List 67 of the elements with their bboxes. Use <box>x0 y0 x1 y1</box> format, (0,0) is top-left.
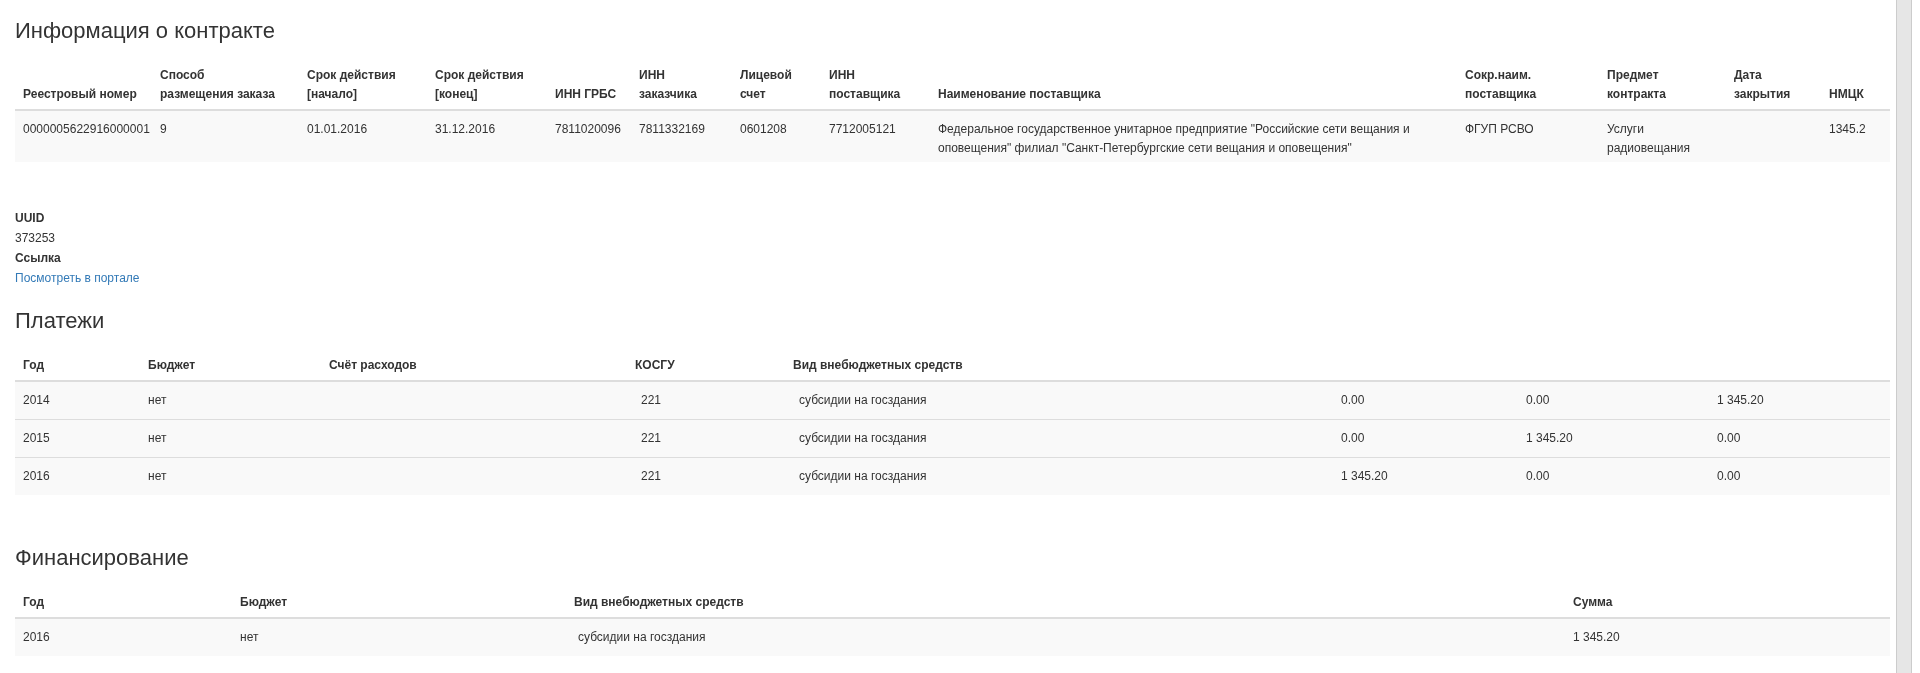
column-header: Бюджет <box>148 357 196 374</box>
scrollbar[interactable] <box>1896 0 1912 673</box>
table-cell-text: 0.00 <box>1526 468 1550 485</box>
table-cell-text: нет <box>148 468 167 485</box>
table-cell-text: 0.00 <box>1526 392 1550 409</box>
table-cell-text: ФГУП РСВО <box>1465 121 1534 138</box>
table-cell-text: субсидии на госздания <box>799 430 927 447</box>
table-cell-text: 1345.2 <box>1829 121 1866 138</box>
table-cell-text: 0000005622916000001 <box>23 121 150 138</box>
table-cell-text: 0.00 <box>1717 468 1741 485</box>
column-header: Срок действия [конец] <box>435 67 524 103</box>
table-cell-text: Услуги радиовещания <box>1607 121 1691 157</box>
table-cell-text: 7811332169 <box>639 121 705 138</box>
column-header: Год <box>23 594 44 611</box>
column-header: Счёт расходов <box>329 357 417 374</box>
table-cell-text: субсидии на госздания <box>799 468 927 485</box>
column-header: НМЦК <box>1829 86 1864 103</box>
table-cell-text: нет <box>148 430 167 447</box>
field-label: UUID <box>15 210 46 227</box>
table-cell-text: 01.01.2016 <box>307 121 368 138</box>
table-cell-text: субсидии на госздания <box>578 629 706 646</box>
column-header: Предмет контракта <box>1607 67 1666 103</box>
table-cell-text: нет <box>148 392 167 409</box>
column-header: Лицевой счет <box>740 67 792 103</box>
table-cell-text: 221 <box>641 392 662 409</box>
table-cell-text: нет <box>240 629 259 646</box>
column-header: Вид внебюджетных средств <box>793 357 963 374</box>
column-header: Реестровый номер <box>23 86 137 103</box>
table-cell-text: 31.12.2016 <box>435 121 496 138</box>
portal-link[interactable]: Посмотреть в портале <box>15 271 140 285</box>
table-cell-text: 1 345.20 <box>1341 468 1388 485</box>
table-cell-text: 2015 <box>23 430 50 447</box>
section-title: Платежи <box>15 308 106 334</box>
table-cell-text: 7712005121 <box>829 121 896 138</box>
table-cell-text: 7811020096 <box>555 121 621 138</box>
table-cell-text: 0601208 <box>740 121 787 138</box>
column-header: Вид внебюджетных средств <box>574 594 744 611</box>
table-cell-text: 0.00 <box>1341 392 1365 409</box>
table-cell-text: 1 345.20 <box>1526 430 1573 447</box>
column-header: ИНН поставщика <box>829 67 901 103</box>
column-header: Срок действия [начало] <box>307 67 396 103</box>
table-cell-text: 1 345.20 <box>1717 392 1764 409</box>
table-cell-text: 2016 <box>23 468 50 485</box>
field-value: 373253 <box>15 230 57 247</box>
table-cell-text: 2016 <box>23 629 50 646</box>
table-cell-text: 2014 <box>23 392 50 409</box>
column-header: Способ размещения заказа <box>160 67 275 103</box>
column-header: Дата закрытия <box>1734 67 1791 103</box>
table-cell-text: субсидии на госздания <box>799 392 927 409</box>
table-cell-text: 0.00 <box>1341 430 1365 447</box>
column-header: Сумма <box>1573 594 1613 611</box>
column-header: ИНН заказчика <box>639 67 697 103</box>
table-cell-text: Федеральное государственное унитарное предприятие "Российские сети вещания и оповещения" филиал "Санкт-Петербургские сети вещания и оповещения" <box>938 121 1411 157</box>
table-cell-text: 221 <box>641 430 662 447</box>
section-title: Информация о контракте <box>15 18 276 44</box>
column-header: Сокр.наим. поставщика <box>1465 67 1537 103</box>
column-header: ИНН ГРБС <box>555 86 617 103</box>
column-header: Год <box>23 357 44 374</box>
table-cell-text: 1 345.20 <box>1573 629 1620 646</box>
section-title: Финансирование <box>15 545 190 571</box>
column-header: Наименование поставщика <box>938 86 1101 103</box>
table-cell-text: 0.00 <box>1717 430 1741 447</box>
table-cell-text: 9 <box>160 121 167 138</box>
field-label: Ссылка <box>15 250 62 267</box>
table-cell-text: 221 <box>641 468 662 485</box>
column-header: КОСГУ <box>635 357 675 374</box>
column-header: Бюджет <box>240 594 288 611</box>
